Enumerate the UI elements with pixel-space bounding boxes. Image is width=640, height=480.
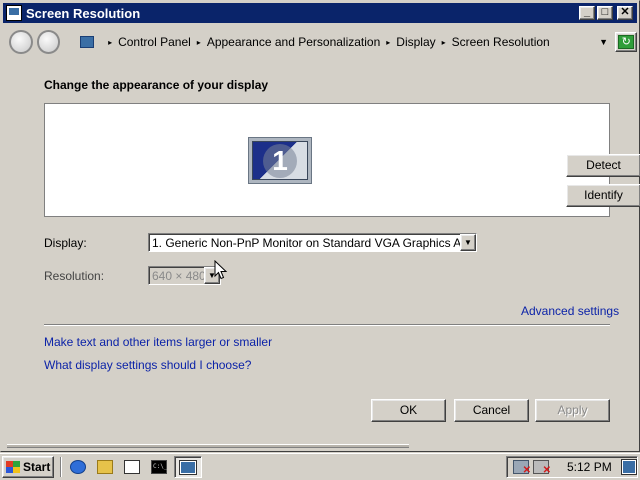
ok-button[interactable]: OK — [371, 399, 446, 422]
display-preview-panel: 1 Detect Identify — [44, 103, 640, 217]
address-history-dropdown[interactable]: ▼ — [596, 37, 612, 47]
chevron-right-icon[interactable]: ▸ — [442, 38, 446, 47]
text-size-link[interactable]: Make text and other items larger or smal… — [44, 335, 272, 349]
document-icon[interactable] — [121, 456, 143, 478]
monitor-1-icon[interactable]: 1 — [248, 137, 312, 184]
detect-button[interactable]: Detect — [566, 154, 640, 177]
start-button[interactable]: Start — [2, 456, 54, 478]
screen-resolution-window: Screen Resolution _ □ ✕ ▸ Control Panel … — [0, 0, 640, 452]
breadcrumb[interactable]: ▸ Control Panel ▸ Appearance and Persona… — [76, 31, 594, 53]
clock[interactable]: 5:12 PM — [567, 460, 612, 474]
resolution-label: Resolution: — [44, 269, 105, 283]
divider — [44, 324, 610, 326]
minimize-button[interactable]: _ — [579, 6, 595, 20]
taskbar-button-screen-resolution[interactable] — [174, 456, 202, 478]
maximize-button[interactable]: □ — [597, 6, 613, 20]
advanced-settings-link[interactable]: Advanced settings — [521, 304, 619, 318]
chevron-down-icon[interactable]: ▼ — [460, 234, 476, 251]
display-settings-help-link[interactable]: What display settings should I choose? — [44, 358, 251, 372]
refresh-icon: ↻ — [618, 35, 635, 49]
network-icon[interactable]: ✕ — [513, 460, 531, 476]
taskbar: Start C:\_ ✕ ✕ 5:12 PM — [0, 453, 640, 480]
display-dropdown-value: 1. Generic Non-PnP Monitor on Standard V… — [152, 235, 460, 250]
start-label: Start — [23, 460, 51, 474]
ie-icon[interactable] — [67, 456, 89, 478]
control-panel-icon — [80, 36, 95, 48]
system-tray: ✕ ✕ 5:12 PM — [506, 456, 638, 478]
apply-button[interactable]: Apply — [535, 399, 610, 422]
navigation-bar: ▸ Control Panel ▸ Appearance and Persona… — [3, 25, 637, 59]
cancel-button[interactable]: Cancel — [454, 399, 529, 422]
window-title: Screen Resolution — [26, 5, 141, 21]
mouse-pointer-icon — [214, 260, 228, 280]
back-button[interactable] — [9, 30, 33, 54]
refresh-button[interactable]: ↻ — [615, 32, 637, 52]
display-app-icon — [179, 459, 197, 475]
chevron-right-icon[interactable]: ▸ — [386, 38, 390, 47]
windows-logo-icon — [6, 461, 20, 473]
display-dropdown[interactable]: 1. Generic Non-PnP Monitor on Standard V… — [148, 233, 477, 252]
volume-icon[interactable]: ✕ — [533, 460, 551, 476]
show-desktop-icon[interactable] — [620, 459, 637, 475]
breadcrumb-screen-resolution[interactable]: Screen Resolution — [452, 35, 550, 49]
scrollbar-thumb[interactable] — [7, 444, 409, 448]
folder-icon[interactable] — [94, 456, 116, 478]
resolution-dropdown-value: 640 × 480 — [152, 268, 204, 283]
monitor-number: 1 — [272, 144, 288, 176]
taskbar-separator — [60, 457, 62, 477]
forward-button[interactable] — [36, 30, 61, 54]
display-app-icon[interactable] — [6, 5, 22, 21]
breadcrumb-display[interactable]: Display — [396, 35, 435, 49]
command-prompt-icon[interactable]: C:\_ — [148, 456, 170, 478]
chevron-right-icon[interactable]: ▸ — [108, 38, 112, 47]
breadcrumb-control-panel[interactable]: Control Panel — [118, 35, 191, 49]
identify-button[interactable]: Identify — [566, 184, 640, 207]
display-label: Display: — [44, 236, 87, 250]
horizontal-scrollbar[interactable] — [3, 443, 637, 449]
title-bar[interactable]: Screen Resolution _ □ ✕ — [3, 3, 637, 23]
resolution-dropdown[interactable]: 640 × 480 ▼ — [148, 266, 221, 285]
breadcrumb-appearance[interactable]: Appearance and Personalization — [207, 35, 380, 49]
page-title: Change the appearance of your display — [44, 78, 269, 92]
content-area: Change the appearance of your display 1 … — [3, 63, 640, 443]
chevron-right-icon[interactable]: ▸ — [197, 38, 201, 47]
close-button[interactable]: ✕ — [617, 6, 633, 20]
